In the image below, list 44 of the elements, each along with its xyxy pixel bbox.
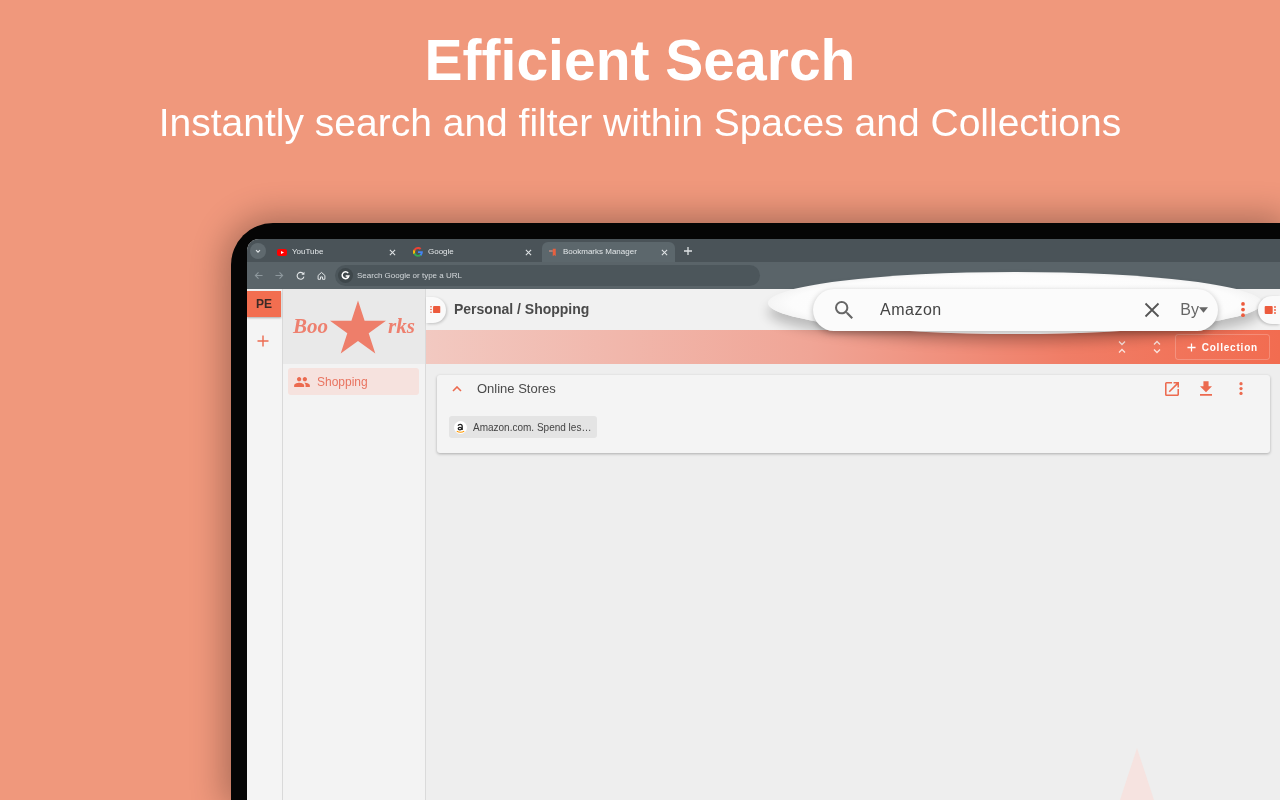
panel-icon	[430, 305, 441, 314]
more-icon[interactable]	[1239, 382, 1243, 395]
collapse-all-icon[interactable]	[1116, 340, 1127, 354]
chevron-up-icon[interactable]	[452, 385, 462, 392]
subheadline: Instantly search and filter within Spaces and Collections	[157, 100, 1123, 146]
reload-icon[interactable]	[296, 271, 305, 280]
headline: Efficient Search	[423, 28, 857, 92]
caret-icon	[1199, 306, 1208, 313]
back-arrow-icon[interactable]	[254, 271, 263, 280]
address-field[interactable]: Search Google or type a URL	[335, 265, 760, 286]
search-input[interactable]: Amazon	[880, 299, 1145, 320]
home-icon[interactable]	[317, 271, 326, 280]
expand-all-icon[interactable]	[1151, 340, 1162, 354]
forward-arrow-icon[interactable]	[275, 271, 284, 280]
bookmark-icon	[549, 247, 558, 257]
panel-toggle-button[interactable]	[1258, 295, 1280, 324]
download-icon[interactable]	[1200, 381, 1212, 396]
letter-a-icon	[454, 420, 467, 434]
sidebar-toggle-button[interactable]	[426, 296, 446, 323]
browser-tab[interactable]: Google	[406, 242, 539, 262]
close-icon[interactable]	[1144, 301, 1161, 318]
search-icon	[835, 300, 853, 319]
more-icon[interactable]	[1241, 302, 1245, 317]
star-icon	[330, 299, 387, 354]
browser-tab[interactable]: Bookmarks Manager	[542, 242, 675, 262]
play-icon	[277, 248, 287, 256]
letter-g-icon	[338, 268, 353, 283]
plus-icon[interactable]	[257, 335, 269, 347]
people-icon	[294, 376, 310, 387]
filter-dropdown[interactable]: By	[1180, 297, 1208, 322]
logo-text: Boo	[293, 312, 329, 340]
bookmark-chip[interactable]: Amazon.com. Spend les…	[449, 416, 598, 438]
plus-icon	[1186, 342, 1196, 352]
open-external-icon[interactable]	[1165, 381, 1179, 396]
search-field[interactable]: Amazon By	[813, 288, 1218, 331]
collection-title: Online Stores	[477, 379, 556, 398]
space-button[interactable]: PE	[247, 291, 281, 317]
letter-g-icon	[413, 247, 423, 257]
breadcrumb: Personal / Shopping	[454, 300, 590, 319]
tab-search-button[interactable]	[250, 242, 266, 259]
panel-icon	[1264, 304, 1276, 315]
browser-tab[interactable]: YouTube	[270, 242, 403, 262]
logo-text: rks	[388, 312, 415, 340]
address-input[interactable]: Search Google or type a URL	[357, 269, 760, 282]
